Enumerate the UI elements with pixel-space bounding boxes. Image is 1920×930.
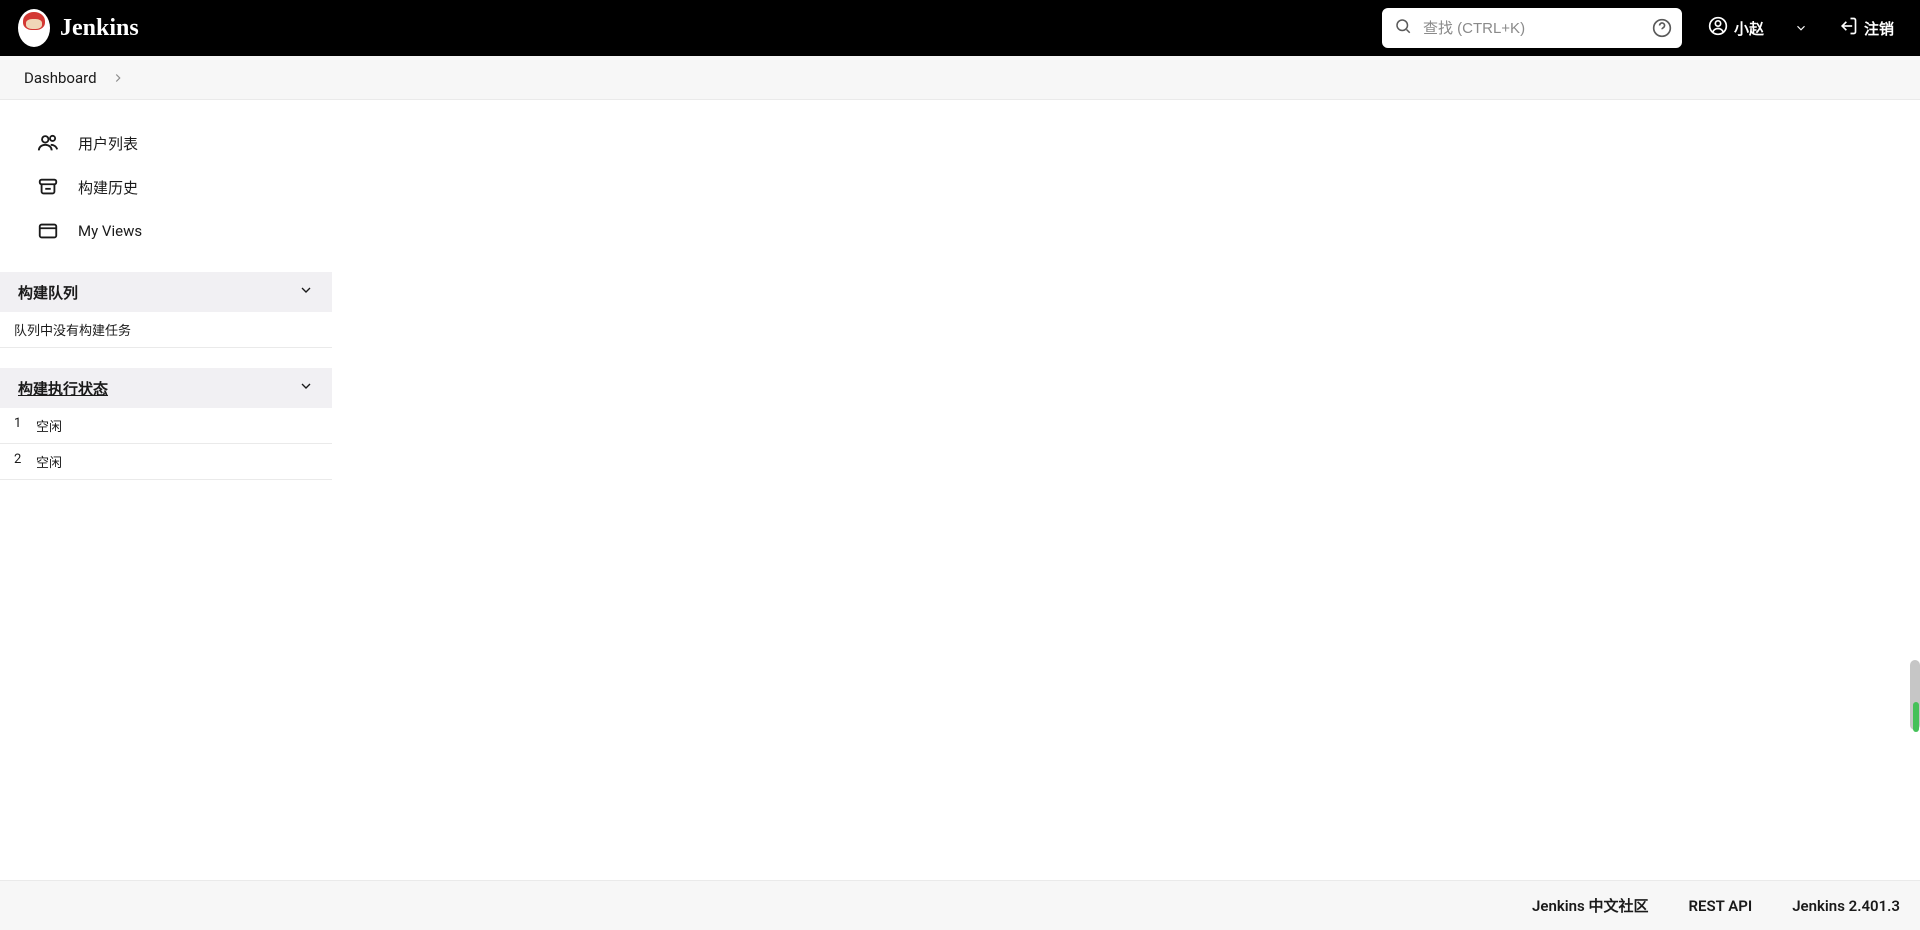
help-icon[interactable] <box>1652 18 1672 38</box>
search-input[interactable] <box>1382 8 1682 48</box>
user-avatar-icon <box>1708 16 1728 40</box>
sidebar-item-label: 用户列表 <box>78 133 138 154</box>
sidebar-item-people[interactable]: 用户列表 <box>6 122 326 164</box>
executor-number: 1 <box>14 416 24 435</box>
archive-icon <box>36 176 60 198</box>
sidebar: 用户列表 构建历史 My Views 构建队列 队列中没有构建任务 <box>0 100 332 880</box>
sidebar-item-my-views[interactable]: My Views <box>6 210 326 252</box>
sidebar-item-label: 构建历史 <box>78 177 138 198</box>
user-name: 小赵 <box>1734 18 1764 39</box>
breadcrumb-context-toggle[interactable] <box>111 71 125 85</box>
search-icon <box>1394 17 1412 39</box>
executor-row: 1 空闲 <box>0 408 332 444</box>
footer: Jenkins 中文社区 REST API Jenkins 2.401.3 <box>0 880 1920 930</box>
breadcrumb-dashboard[interactable]: Dashboard <box>18 65 103 91</box>
app-name: Jenkins <box>60 15 139 42</box>
chevron-down-icon <box>298 282 314 302</box>
build-queue-panel: 构建队列 队列中没有构建任务 <box>0 272 332 348</box>
jenkins-logo-icon <box>18 9 50 47</box>
executor-status: 空闲 <box>36 416 62 435</box>
chevron-right-icon <box>111 71 125 85</box>
page-header: Jenkins 小赵 注销 <box>0 0 1920 56</box>
executor-panel: 构建执行状态 1 空闲 2 空闲 <box>0 368 332 480</box>
user-menu-link[interactable]: 小赵 <box>1700 10 1772 46</box>
executor-number: 2 <box>14 452 24 471</box>
scrollbar[interactable] <box>1910 660 1920 730</box>
footer-version-link[interactable]: Jenkins 2.401.3 <box>1792 897 1900 915</box>
build-queue-empty-text: 队列中没有构建任务 <box>0 312 332 348</box>
window-icon <box>36 220 60 242</box>
chevron-down-icon <box>298 378 314 398</box>
jenkins-logo-link[interactable]: Jenkins <box>18 9 139 47</box>
executor-status: 空闲 <box>36 452 62 471</box>
build-queue-title: 构建队列 <box>18 282 78 303</box>
executor-row: 2 空闲 <box>0 444 332 480</box>
search-container <box>1382 8 1682 48</box>
main-content <box>332 100 1920 880</box>
logout-link[interactable]: 注销 <box>1830 10 1902 46</box>
executor-title[interactable]: 构建执行状态 <box>18 378 108 399</box>
sidebar-item-label: My Views <box>78 222 142 240</box>
build-queue-header[interactable]: 构建队列 <box>0 272 332 312</box>
breadcrumb-bar: Dashboard <box>0 56 1920 100</box>
chevron-down-icon <box>1794 21 1808 35</box>
people-icon <box>36 132 60 154</box>
user-menu-toggle[interactable] <box>1790 17 1812 39</box>
logout-icon <box>1838 16 1858 40</box>
footer-rest-api-link[interactable]: REST API <box>1689 897 1753 915</box>
footer-community-link[interactable]: Jenkins 中文社区 <box>1532 895 1648 916</box>
sidebar-item-build-history[interactable]: 构建历史 <box>6 166 326 208</box>
executor-header[interactable]: 构建执行状态 <box>0 368 332 408</box>
logout-label: 注销 <box>1864 18 1894 39</box>
